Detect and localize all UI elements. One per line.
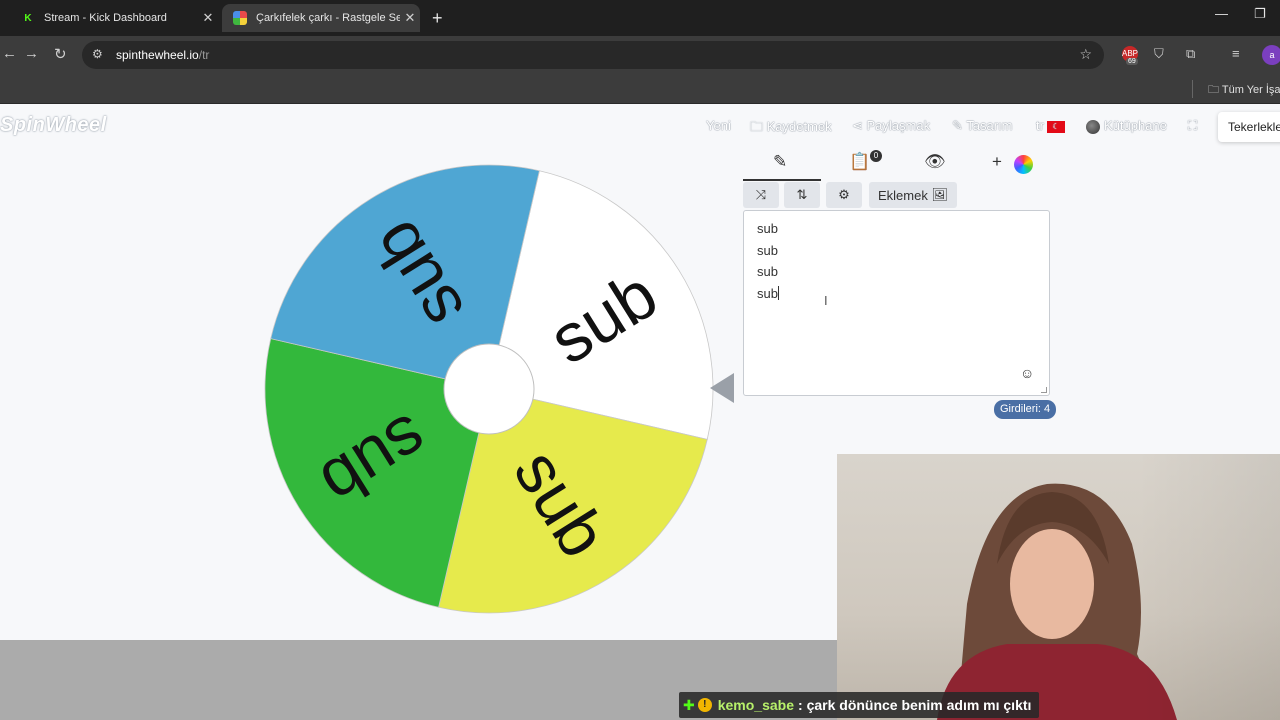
maximize-icon[interactable]: ❐ bbox=[1254, 6, 1266, 22]
wheels-button[interactable]: Tekerlekler bbox=[1218, 112, 1280, 142]
share-icon: ⋖ bbox=[852, 118, 867, 133]
webcam-background bbox=[1137, 454, 1280, 720]
browser-toolbar: ← → ↻ ⚙ spinthewheel.io/tr ☆ ABP 69 ⛉ ⧉ … bbox=[0, 36, 1280, 74]
tab-title: Çarkıfelek çarkı - Rastgele Seçer bbox=[256, 12, 400, 24]
shield-extension-icon[interactable]: ⛉ bbox=[1154, 46, 1164, 62]
url-text: spinthewheel.io/tr bbox=[116, 48, 210, 62]
bookmarks-bar: 🗀 Tüm Yer İşa bbox=[0, 74, 1280, 104]
spin-wheel[interactable]: sub sub sub sub bbox=[262, 162, 716, 616]
bookmark-star-icon[interactable]: ☆ bbox=[1079, 46, 1092, 63]
extensions-puzzle-icon[interactable]: ⧉ bbox=[1186, 46, 1195, 62]
kick-favicon-icon: K bbox=[21, 11, 35, 25]
browser-tab-strip: K Stream - Kick Dashboard ✕ Çarkıfelek ç… bbox=[0, 0, 1280, 36]
tab-entries-pencil-icon[interactable]: ✎ bbox=[773, 152, 787, 172]
image-icon: 🖼 bbox=[931, 187, 948, 202]
folder-icon: 🗀 bbox=[1208, 84, 1222, 96]
wheel-pointer-icon bbox=[710, 373, 734, 403]
media-control-icon[interactable]: ≡ bbox=[1232, 46, 1240, 61]
wheel-favicon-icon bbox=[233, 11, 247, 25]
profile-avatar[interactable]: a bbox=[1262, 45, 1280, 65]
add-image-button[interactable]: Eklemek 🖼 bbox=[869, 182, 957, 208]
chat-message-overlay: ✚ ! kemo_sabe : çark dönünce benim adım … bbox=[679, 692, 1040, 718]
tab-kick-dashboard[interactable]: K Stream - Kick Dashboard ✕ bbox=[10, 4, 218, 32]
tab-hide-eye-icon[interactable]: 👁 bbox=[924, 152, 946, 172]
subscriber-badge-icon: ✚ bbox=[683, 696, 695, 713]
new-tab-button[interactable]: + bbox=[432, 8, 443, 29]
nav-new[interactable]: Yeni bbox=[706, 118, 731, 133]
nav-share[interactable]: ⋖ Paylaşmak bbox=[852, 118, 930, 134]
forward-icon[interactable]: → bbox=[24, 45, 39, 62]
vip-badge-icon: ! bbox=[697, 698, 712, 712]
emoji-icon[interactable]: ☺ bbox=[1020, 365, 1034, 381]
text-caret bbox=[777, 286, 779, 300]
reload-icon[interactable]: ↻ bbox=[54, 45, 67, 63]
all-bookmarks-folder[interactable]: 🗀 Tüm Yer İşa bbox=[1208, 81, 1280, 100]
fullscreen-icon[interactable]: ⛶ bbox=[1188, 118, 1197, 134]
tab-spinthewheel[interactable]: Çarkıfelek çarkı - Rastgele Seçer ✕ bbox=[222, 4, 420, 32]
chat-message-text: : çark dönünce benim adım mı çıktı bbox=[798, 697, 1032, 713]
entry-line: sub bbox=[757, 221, 778, 236]
tab-close-icon[interactable]: ✕ bbox=[400, 10, 420, 26]
entry-line: sub bbox=[757, 243, 778, 258]
entries-count-badge: Girdileri: 4 bbox=[994, 400, 1057, 419]
wheel-svg[interactable]: subsubsubsub bbox=[262, 162, 716, 616]
ibeam-cursor-icon: I bbox=[824, 293, 828, 308]
pencil-icon: ✎ bbox=[952, 118, 967, 133]
address-bar[interactable]: ⚙ spinthewheel.io/tr ☆ bbox=[82, 41, 1104, 69]
color-theme-icon[interactable] bbox=[1014, 155, 1033, 174]
active-tab-indicator bbox=[743, 179, 821, 181]
site-logo[interactable]: SpinWheel bbox=[0, 114, 107, 137]
nav-save[interactable]: 🗀 Kaydetmek bbox=[750, 118, 832, 140]
globe-icon bbox=[1086, 119, 1100, 134]
tab-title: Stream - Kick Dashboard bbox=[44, 12, 167, 24]
webcam-overlay bbox=[837, 454, 1280, 720]
entry-line: sub bbox=[757, 286, 779, 301]
nav-library[interactable]: Kütüphane bbox=[1086, 118, 1167, 134]
tab-results-clipboard-icon[interactable]: 📋 bbox=[849, 152, 870, 172]
bookmark-separator bbox=[1192, 80, 1193, 98]
back-icon[interactable]: ← bbox=[2, 45, 17, 62]
wheel-center-hub[interactable] bbox=[443, 343, 535, 435]
add-wheel-plus-icon[interactable]: + bbox=[992, 152, 1002, 172]
save-icon: 🗀 bbox=[750, 119, 767, 134]
chat-username: kemo_sabe bbox=[717, 697, 795, 713]
editor-tabs: ✎ 📋 0 👁 + bbox=[743, 148, 1049, 181]
site-info-icon[interactable]: ⚙ bbox=[92, 47, 103, 61]
entries-textarea[interactable]: sub sub sub sub I ☺ bbox=[743, 210, 1050, 396]
entry-line: sub bbox=[757, 264, 778, 279]
nav-language[interactable]: tr ☾ bbox=[1036, 118, 1065, 133]
advanced-settings-icon[interactable]: ⚙ bbox=[826, 182, 862, 208]
tab-close-icon[interactable]: ✕ bbox=[198, 10, 218, 26]
sort-icon[interactable]: ⇅ bbox=[784, 182, 820, 208]
extension-count-badge: 69 bbox=[1126, 58, 1138, 65]
nav-design[interactable]: ✎ Tasarım bbox=[952, 118, 1013, 134]
shuffle-icon[interactable]: ⤨ bbox=[743, 182, 779, 208]
resize-handle[interactable] bbox=[1041, 387, 1047, 393]
turkish-flag-icon: ☾ bbox=[1046, 120, 1065, 133]
minimize-icon[interactable]: — bbox=[1215, 6, 1228, 21]
results-count-badge: 0 bbox=[870, 150, 882, 162]
